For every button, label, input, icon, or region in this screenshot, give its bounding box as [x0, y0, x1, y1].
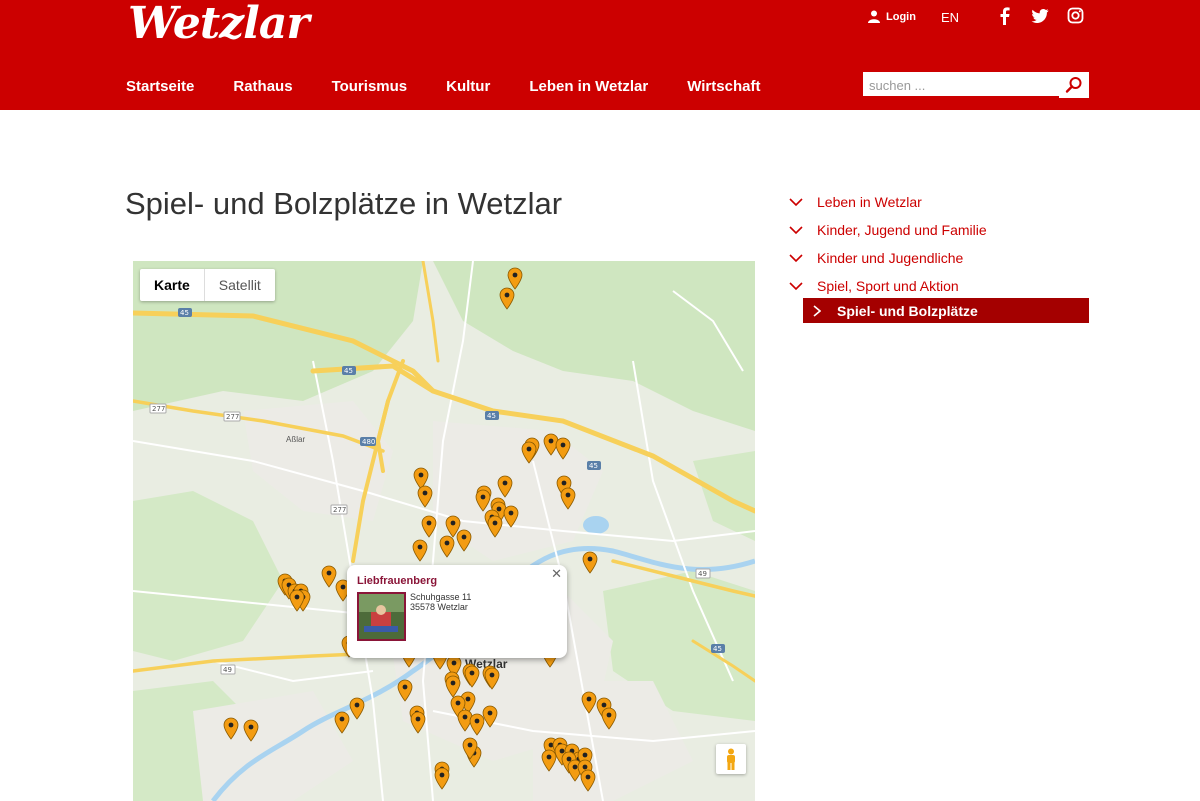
map-marker-pin[interactable]: [482, 705, 498, 728]
nav-tourismus[interactable]: Tourismus: [332, 78, 408, 95]
map-marker-pin[interactable]: [541, 749, 557, 772]
map-type-karte[interactable]: Karte: [140, 269, 205, 301]
breadcrumb-kinder-und-jugendliche[interactable]: Kinder und Jugendliche: [789, 244, 1089, 272]
map-marker-pin[interactable]: [445, 675, 461, 698]
pegman-icon: [727, 748, 735, 770]
map-marker-pin[interactable]: [475, 489, 491, 512]
user-icon: [868, 10, 880, 23]
chevron-down-icon: [789, 282, 803, 291]
map-type-control: Karte Satellit: [140, 269, 275, 301]
breadcrumb-active-label: Spiel- und Bolzplätze: [837, 302, 978, 319]
language-switch[interactable]: EN: [941, 10, 959, 25]
info-window-address: Schuhgasse 11 35578 Wetzlar: [410, 592, 471, 612]
sidebar-breadcrumbs: Leben in Wetzlar Kinder, Jugend und Fami…: [789, 188, 1089, 323]
breadcrumb-label: Kinder, Jugend und Familie: [817, 222, 987, 238]
map-marker-pin[interactable]: [503, 505, 519, 528]
map-marker-pin[interactable]: [521, 441, 537, 464]
map-marker-pin[interactable]: [334, 711, 350, 734]
street-view-pegman[interactable]: [716, 744, 746, 774]
map-marker-pin[interactable]: [456, 529, 472, 552]
chevron-down-icon: [789, 226, 803, 235]
map-marker-pin[interactable]: [582, 551, 598, 574]
map-marker-pin[interactable]: [484, 667, 500, 690]
close-icon[interactable]: ✕: [551, 566, 562, 582]
map-marker-pin[interactable]: [434, 767, 450, 790]
address-city: 35578 Wetzlar: [410, 602, 468, 612]
twitter-icon[interactable]: [1031, 7, 1049, 25]
nav-wirtschaft[interactable]: Wirtschaft: [687, 78, 760, 95]
map-marker-pin[interactable]: [601, 707, 617, 730]
search-icon: [1065, 77, 1082, 93]
search-box: [863, 72, 1089, 98]
map-marker-pin[interactable]: [410, 711, 426, 734]
map-marker-pin[interactable]: [321, 565, 337, 588]
nav-rathaus[interactable]: Rathaus: [233, 78, 292, 95]
nav-leben-in-wetzlar[interactable]: Leben in Wetzlar: [529, 78, 648, 95]
map-info-window: Liebfrauenberg ✕ Schuhgasse 11 35578 Wet…: [347, 565, 567, 658]
playground-map[interactable]: 45 45 277 277 480 45 45 277 49 49 45 Aßl…: [133, 261, 755, 801]
address-street: Schuhgasse 11: [410, 592, 472, 602]
chevron-down-icon: [789, 198, 803, 207]
map-marker-pin[interactable]: [580, 769, 596, 792]
map-marker-pin[interactable]: [243, 719, 259, 742]
breadcrumb-label: Kinder und Jugendliche: [817, 250, 964, 266]
chevron-down-icon: [789, 254, 803, 263]
breadcrumb-label: Spiel, Sport und Aktion: [817, 278, 959, 294]
breadcrumb-kinder-jugend-familie[interactable]: Kinder, Jugend und Familie: [789, 216, 1089, 244]
breadcrumb-label: Leben in Wetzlar: [817, 194, 922, 210]
chevron-right-icon: [813, 304, 821, 317]
marker-layer: [223, 267, 617, 792]
map-type-satellit[interactable]: Satellit: [205, 269, 275, 301]
nav-startseite[interactable]: Startseite: [126, 78, 194, 95]
map-marker-pin[interactable]: [397, 679, 413, 702]
facebook-icon[interactable]: [996, 7, 1014, 25]
login-label: Login: [886, 10, 916, 23]
login-link[interactable]: Login: [868, 10, 916, 23]
nav-kultur[interactable]: Kultur: [446, 78, 490, 95]
map-marker-pin[interactable]: [499, 287, 515, 310]
map-marker-pin[interactable]: [469, 713, 485, 736]
map-marker-pin[interactable]: [487, 515, 503, 538]
map-marker-pin[interactable]: [439, 535, 455, 558]
map-marker-pin[interactable]: [417, 485, 433, 508]
search-input[interactable]: [863, 72, 1057, 98]
page-title: Spiel- und Bolzplätze in Wetzlar: [125, 186, 563, 221]
search-underline: [863, 96, 1059, 98]
search-button[interactable]: [1059, 72, 1089, 98]
instagram-icon[interactable]: [1067, 7, 1085, 25]
site-header: Wetzlar Login EN Startseite Rathaus Tour…: [0, 0, 1200, 110]
map-marker-pin[interactable]: [581, 691, 597, 714]
map-marker-pin[interactable]: [412, 539, 428, 562]
info-window-title[interactable]: Liebfrauenberg: [357, 575, 437, 587]
map-marker-pin[interactable]: [555, 437, 571, 460]
site-logo[interactable]: Wetzlar: [128, 0, 310, 49]
info-window-image: [357, 592, 406, 641]
map-marker-pin[interactable]: [507, 267, 523, 290]
breadcrumb-leben-in-wetzlar[interactable]: Leben in Wetzlar: [789, 188, 1089, 216]
map-marker-pin[interactable]: [421, 515, 437, 538]
map-marker-pin[interactable]: [560, 487, 576, 510]
map-marker-pin[interactable]: [464, 665, 480, 688]
map-marker-pin[interactable]: [223, 717, 239, 740]
main-nav: Startseite Rathaus Tourismus Kultur Lebe…: [126, 78, 799, 95]
map-marker-pin[interactable]: [497, 475, 513, 498]
breadcrumb-spiel-sport-aktion[interactable]: Spiel, Sport und Aktion: [789, 272, 1089, 300]
map-marker-pin[interactable]: [349, 697, 365, 720]
breadcrumb-active-spiel-bolzplaetze[interactable]: Spiel- und Bolzplätze: [803, 298, 1089, 323]
